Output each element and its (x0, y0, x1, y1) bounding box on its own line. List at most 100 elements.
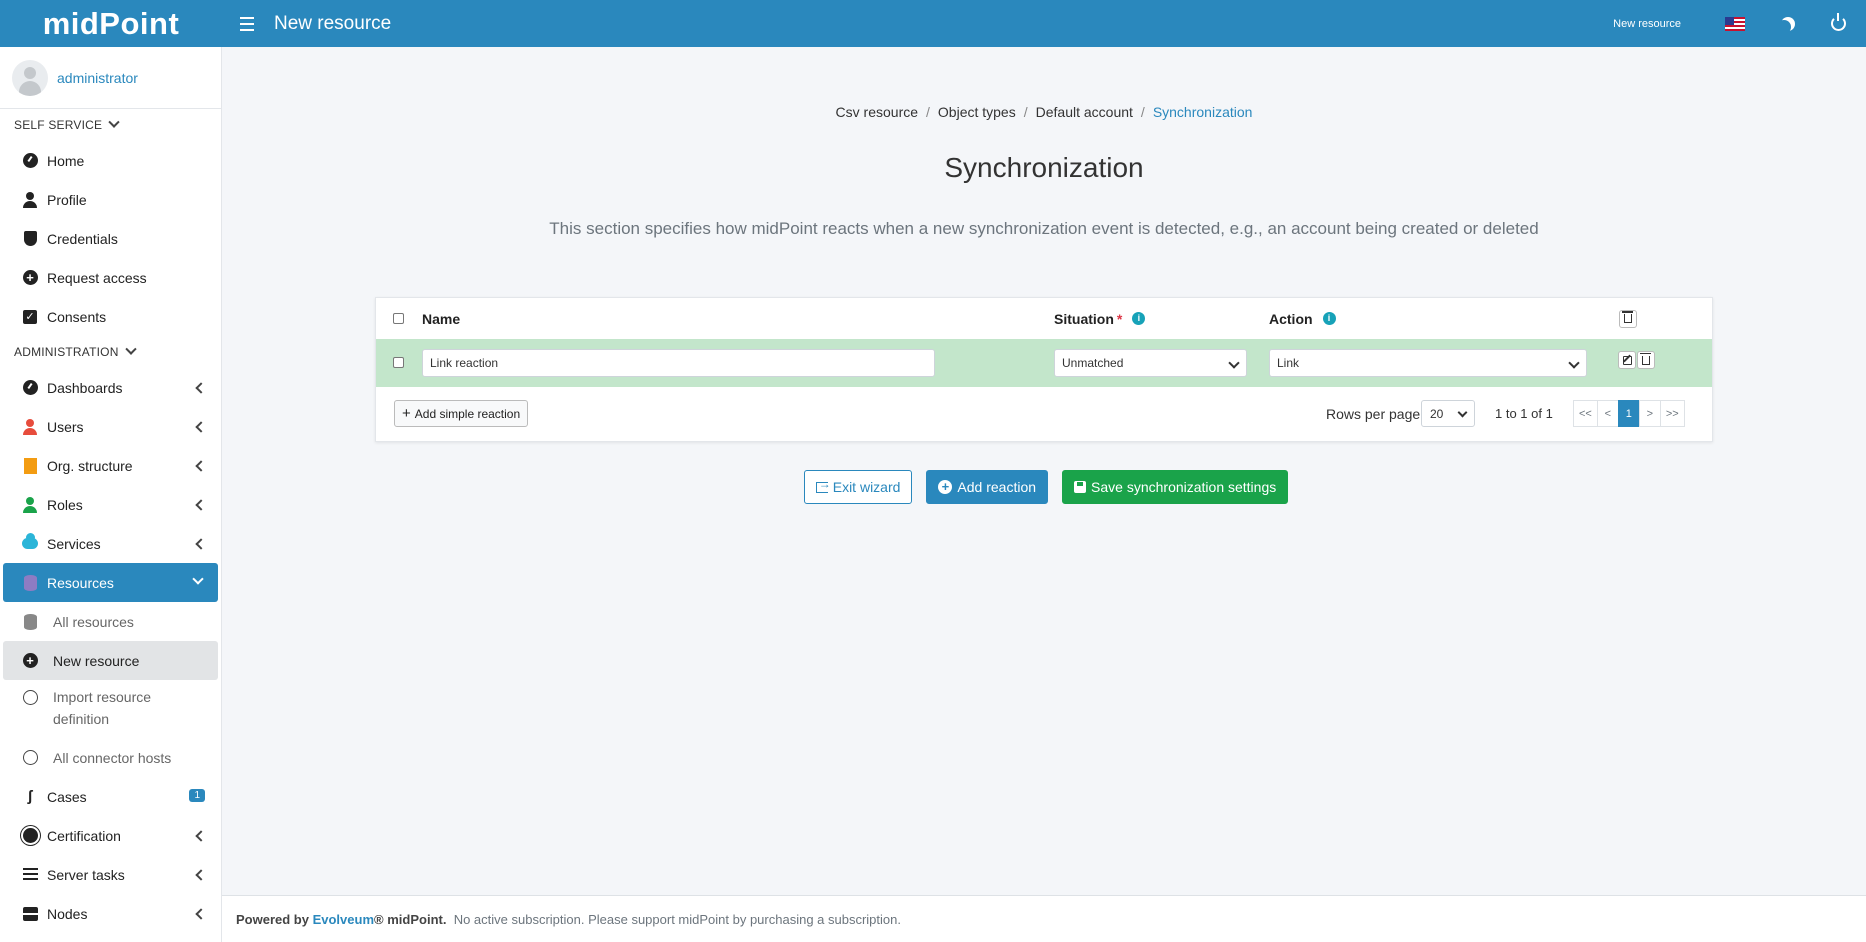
chevron-left-icon (195, 908, 207, 920)
footer-brand-link[interactable]: Evolveum (313, 912, 374, 927)
sidebar-item-new-resource[interactable]: + New resource (3, 641, 218, 680)
certificate-icon (22, 828, 38, 844)
column-header-label: Situation (1054, 310, 1114, 327)
section-self-service-label: SELF SERVICE (14, 118, 103, 132)
pagination-first[interactable]: << (1573, 400, 1598, 427)
pagination-page[interactable]: 1 (1617, 400, 1640, 427)
add-simple-reaction-button[interactable]: + Add simple reaction (394, 400, 529, 427)
sidebar-item-label: All connector hosts (53, 749, 172, 766)
sidebar-item-profile[interactable]: Profile (0, 180, 221, 219)
sidebar-item-services[interactable]: Services (0, 524, 221, 563)
section-administration[interactable]: ADMINISTRATION (0, 336, 221, 368)
midpoint-logo[interactable]: midPoint (0, 0, 222, 47)
save-synchronization-button[interactable]: Save synchronization settings (1062, 470, 1289, 504)
check-square-icon: ✓ (22, 309, 38, 325)
info-icon[interactable]: i (1322, 312, 1336, 325)
sidebar-item-home[interactable]: Home (0, 141, 221, 180)
page-title: Synchronization (944, 152, 1144, 183)
page-description: This section specifies how midPoint reac… (549, 219, 1539, 238)
building-icon (22, 457, 38, 474)
required-asterisk: * (1116, 310, 1123, 327)
sidebar-item-resources[interactable]: Resources (3, 563, 218, 602)
dark-mode-moon-icon[interactable] (1777, 20, 1791, 34)
cloud-icon (22, 533, 38, 552)
breadcrumb-item[interactable]: Default account (1036, 104, 1133, 120)
delete-selected-button[interactable] (1619, 309, 1637, 328)
pagination-prev[interactable]: < (1596, 400, 1619, 427)
chevron-down-icon (124, 343, 137, 355)
pagination-count: 1 to 1 of 1 (1495, 406, 1553, 421)
sidebar-item-label: New resource (53, 652, 140, 669)
row-checkbox[interactable] (393, 357, 404, 368)
sidebar-item-all-resources[interactable]: All resources (0, 602, 221, 641)
rows-per-page-value: 20 (1430, 407, 1444, 421)
sidebar-item-consents[interactable]: ✓ Consents (0, 297, 221, 336)
reactions-table: Name Situation * i Action i Link reactio… (375, 297, 1713, 442)
header-page-link[interactable]: New resource (1613, 18, 1681, 30)
sidebar-item-credentials[interactable]: Credentials (0, 219, 221, 258)
sidebar-item-certification[interactable]: Certification (0, 816, 221, 855)
server-icon (22, 906, 38, 922)
rows-per-page-select[interactable]: 20 (1421, 400, 1475, 427)
user-name-link[interactable]: administrator (57, 70, 138, 86)
save-label: Save synchronization settings (1091, 479, 1277, 495)
sidebar-item-label: Profile (47, 191, 87, 208)
tasks-list-icon (22, 867, 38, 883)
chevron-down-icon (192, 573, 204, 585)
column-header-situation[interactable]: Situation * i (1054, 298, 1146, 339)
sidebar-item-all-connector-hosts[interactable]: All connector hosts (0, 738, 221, 777)
action-select[interactable]: Link (1269, 349, 1587, 377)
circle-outline-icon (22, 689, 38, 705)
sidebar-item-label: Users (47, 418, 84, 435)
sidebar-item-roles[interactable]: Roles (0, 485, 221, 524)
edit-row-button[interactable] (1618, 351, 1636, 369)
sidebar-item-label: Server tasks (47, 866, 125, 883)
info-icon[interactable]: i (1132, 312, 1146, 325)
sidebar-item-label: Services (47, 535, 101, 552)
sidebar-item-label: Org. structure (47, 457, 133, 474)
plus-circle-icon: + (22, 653, 38, 669)
avatar (12, 59, 48, 96)
delete-row-button[interactable] (1637, 351, 1655, 369)
situation-select[interactable]: Unmatched (1054, 349, 1247, 377)
breadcrumb-item[interactable]: Csv resource (836, 104, 918, 120)
us-flag-icon[interactable] (1725, 16, 1745, 31)
pagination-last[interactable]: >> (1659, 400, 1685, 427)
sidebar-item-users[interactable]: Users (0, 407, 221, 446)
sidebar-item-label: Credentials (47, 230, 118, 247)
pagination: << < 1 > >> (1573, 400, 1685, 427)
add-reaction-button[interactable]: + Add reaction (926, 470, 1049, 504)
breadcrumb-item[interactable]: Object types (938, 104, 1016, 120)
column-header-action[interactable]: Action i (1269, 298, 1336, 339)
add-simple-reaction-label: Add simple reaction (414, 406, 521, 421)
section-self-service[interactable]: SELF SERVICE (0, 109, 221, 141)
rows-per-page-label: Rows per page (1326, 406, 1421, 422)
name-input[interactable]: Link reaction (422, 349, 935, 377)
logo-text: midPoint (42, 5, 180, 41)
database-icon (22, 613, 38, 630)
user-panel: administrator (0, 47, 221, 109)
plus-icon: + (402, 405, 411, 422)
sidebar-item-org-structure[interactable]: Org. structure (0, 446, 221, 485)
column-header-label: Name (422, 310, 461, 327)
wizard-actions: Exit wizard + Add reaction Save synchron… (222, 470, 1866, 504)
sidebar: administrator SELF SERVICE Home Profile … (0, 47, 222, 942)
exit-wizard-button[interactable]: Exit wizard (803, 470, 913, 504)
chevron-down-icon (108, 116, 120, 128)
sidebar-item-import-resource-definition[interactable]: Import resource definition (0, 680, 221, 738)
sidebar-item-label: Import resource definition (53, 689, 152, 727)
pagination-next[interactable]: > (1638, 400, 1661, 427)
column-header-name[interactable]: Name (422, 298, 460, 339)
save-icon (1074, 481, 1087, 493)
dashboard-icon (22, 153, 38, 169)
sidebar-item-request-access[interactable]: + Request access (0, 258, 221, 297)
sidebar-item-cases[interactable]: ʃ Cases 1 (0, 777, 221, 816)
sidebar-item-nodes[interactable]: Nodes (0, 894, 221, 933)
hamburger-menu-icon[interactable] (240, 0, 262, 47)
sidebar-item-server-tasks[interactable]: Server tasks (0, 855, 221, 894)
plus-circle-icon: + (938, 480, 953, 494)
plus-circle-icon: + (22, 270, 38, 286)
sidebar-item-dashboards[interactable]: Dashboards (0, 368, 221, 407)
logout-power-icon[interactable] (1831, 13, 1846, 31)
select-all-checkbox[interactable] (393, 313, 404, 324)
